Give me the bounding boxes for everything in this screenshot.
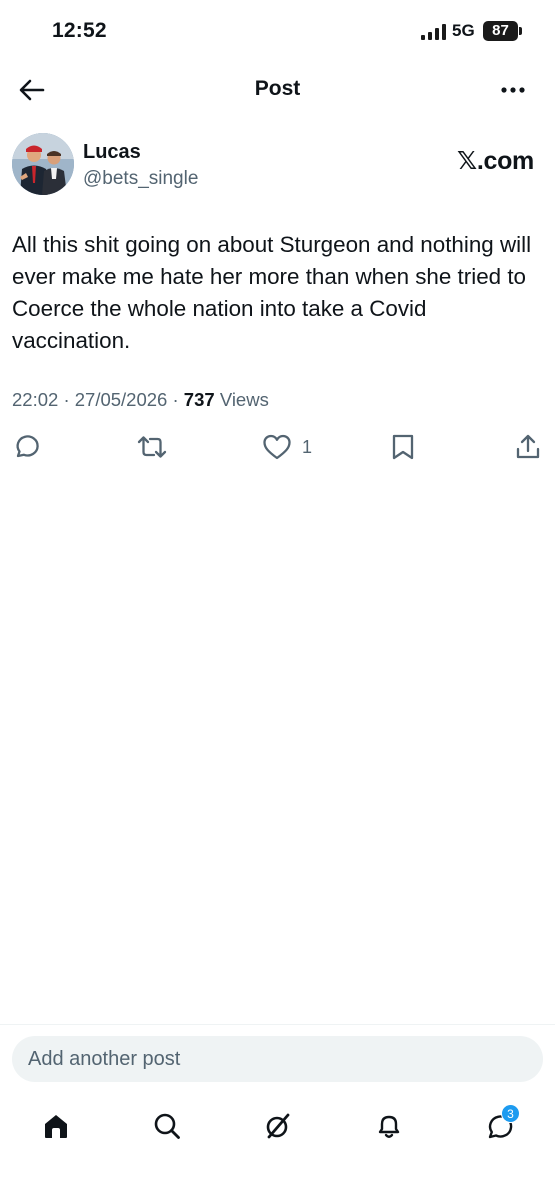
tab-grok[interactable] — [256, 1104, 300, 1148]
heart-icon — [263, 434, 291, 460]
share-button[interactable] — [514, 427, 542, 467]
post-meta: 22:02 · 27/05/2026 · 737 Views — [12, 389, 269, 411]
repost-icon — [137, 436, 167, 458]
more-horizontal-icon — [501, 87, 525, 93]
share-icon — [516, 434, 540, 459]
author-name[interactable]: Lucas — [83, 141, 141, 164]
messages-badge: 3 — [501, 1104, 520, 1123]
repost-button[interactable] — [136, 427, 168, 467]
author-handle[interactable]: @bets_single — [83, 168, 198, 190]
action-bar: 1 — [0, 427, 555, 467]
tab-home[interactable] — [34, 1104, 78, 1148]
page-title: Post — [254, 77, 301, 100]
grok-icon — [266, 1113, 290, 1139]
battery-tip — [519, 27, 522, 35]
views-label: Views — [219, 389, 269, 410]
views-count: 737 — [183, 389, 215, 410]
tab-search[interactable] — [145, 1104, 189, 1148]
x-logo-mark: 𝕏.com — [457, 147, 534, 175]
search-icon — [154, 1113, 180, 1139]
tab-messages[interactable]: 3 — [478, 1104, 522, 1148]
post-text: All this shit going on about Sturgeon an… — [12, 232, 532, 353]
composer-placeholder[interactable]: Add another post — [28, 1048, 180, 1071]
top-nav: Post — [0, 64, 555, 116]
meta-separator: · — [172, 389, 179, 410]
reply-icon — [16, 435, 39, 458]
battery-icon: 87 — [483, 21, 518, 41]
avatar-photo — [12, 133, 74, 195]
like-button[interactable]: 1 — [262, 427, 312, 467]
bookmark-icon — [392, 434, 414, 460]
status-bar: 12:52 5G 87 — [0, 0, 555, 64]
bottom-nav: 3 — [0, 1096, 555, 1156]
signal-icon — [421, 24, 446, 40]
post-time[interactable]: 22:02 — [12, 389, 58, 410]
avatar[interactable] — [12, 133, 74, 195]
tab-notifications[interactable] — [367, 1104, 411, 1148]
status-time: 12:52 — [52, 19, 107, 42]
home-icon — [45, 1115, 67, 1138]
author-row: Lucas @bets_single 𝕏.com — [12, 132, 542, 196]
post-date[interactable]: 27/05/2026 — [75, 389, 168, 410]
more-button[interactable] — [496, 76, 530, 104]
meta-separator: · — [63, 389, 70, 410]
composer-divider — [0, 1024, 555, 1025]
notifications-icon — [378, 1115, 400, 1138]
reply-button[interactable] — [12, 427, 40, 467]
bookmark-button[interactable] — [390, 427, 416, 467]
network-label: 5G — [452, 21, 475, 40]
reply-composer[interactable]: Add another post — [12, 1036, 543, 1082]
like-count: 1 — [302, 436, 313, 457]
